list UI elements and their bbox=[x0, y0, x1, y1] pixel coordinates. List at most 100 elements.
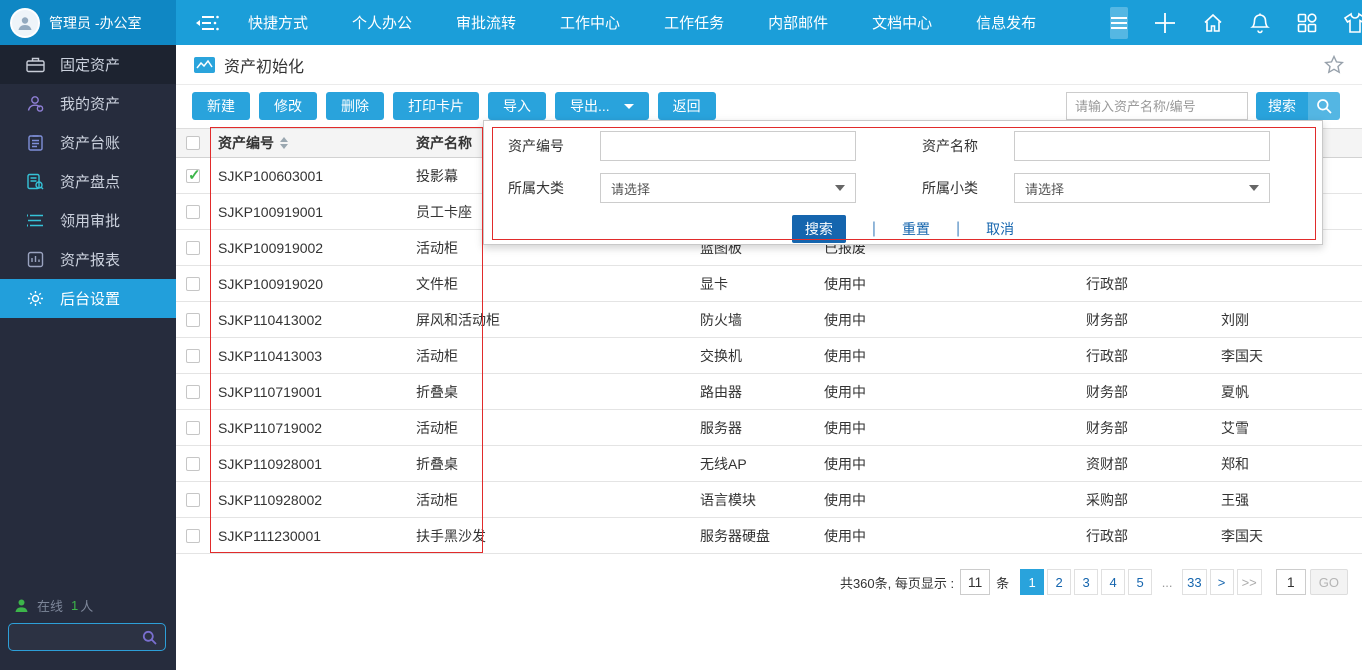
collapse-icon[interactable] bbox=[194, 14, 220, 32]
search-button[interactable]: 搜索 bbox=[1256, 92, 1340, 120]
page-button-4[interactable]: 4 bbox=[1101, 569, 1125, 595]
sidebar-item-asset-inventory[interactable]: 资产盘点 bbox=[0, 162, 176, 201]
nav-item-personal-office[interactable]: 个人办公 bbox=[352, 12, 412, 33]
nav-item-work-center[interactable]: 工作中心 bbox=[560, 12, 620, 33]
row-checkbox[interactable] bbox=[186, 169, 200, 183]
table-row[interactable]: SJKP110719001 折叠桌 路由器 使用中 财务部 夏帆 bbox=[176, 374, 1362, 410]
list-icon bbox=[25, 213, 45, 228]
star-icon[interactable] bbox=[1324, 55, 1344, 74]
home-icon[interactable] bbox=[1202, 12, 1224, 34]
page-button-5[interactable]: 5 bbox=[1128, 569, 1152, 595]
nav-item-doc-center[interactable]: 文档中心 bbox=[872, 12, 932, 33]
table-row[interactable]: SJKP110719002 活动柜 服务器 使用中 财务部 艾雪 bbox=[176, 410, 1362, 446]
delete-button[interactable]: 删除 bbox=[326, 92, 384, 120]
back-button[interactable]: 返回 bbox=[658, 92, 716, 120]
plus-icon[interactable] bbox=[1153, 11, 1177, 35]
row-checkbox[interactable] bbox=[186, 277, 200, 291]
row-checkbox[interactable] bbox=[186, 493, 200, 507]
user-name: 管理员 -办公室 bbox=[49, 13, 142, 33]
page-button-2[interactable]: 2 bbox=[1047, 569, 1071, 595]
last-page-button[interactable]: >> bbox=[1237, 569, 1262, 595]
sidebar-search bbox=[8, 623, 166, 651]
select-all-checkbox[interactable] bbox=[186, 136, 200, 150]
chevron-down-icon bbox=[835, 185, 845, 191]
filter-search-button[interactable]: 搜索 bbox=[792, 215, 846, 243]
user-block[interactable]: 管理员 -办公室 bbox=[0, 0, 176, 45]
online-label: 在线 bbox=[37, 596, 63, 615]
online-person-icon bbox=[14, 598, 29, 613]
new-button[interactable]: 新建 bbox=[192, 92, 250, 120]
row-checkbox[interactable] bbox=[186, 349, 200, 363]
sort-icon[interactable] bbox=[280, 137, 288, 149]
row-checkbox[interactable] bbox=[186, 529, 200, 543]
quick-search-input[interactable] bbox=[1066, 92, 1248, 120]
avatar[interactable] bbox=[10, 8, 40, 38]
topbar: 管理员 -办公室 快捷方式 个人办公 审批流转 工作中心 工作任务 内部邮件 文… bbox=[0, 0, 1362, 45]
page-titlebar: 资产初始化 bbox=[176, 45, 1362, 85]
print-card-button[interactable]: 打印卡片 bbox=[393, 92, 479, 120]
chart-icon bbox=[194, 57, 215, 73]
nav-item-approval-flow[interactable]: 审批流转 bbox=[456, 12, 516, 33]
table-row[interactable]: SJKP110413002 屏风和活动柜 防火墙 使用中 财务部 刘刚 bbox=[176, 302, 1362, 338]
sidebar-item-asset-reports[interactable]: 资产报表 bbox=[0, 240, 176, 279]
per-page-input[interactable] bbox=[960, 569, 990, 595]
go-button[interactable]: GO bbox=[1310, 569, 1348, 595]
sidebar-item-requisition-approval[interactable]: 领用审批 bbox=[0, 201, 176, 240]
nav-item-shortcuts[interactable]: 快捷方式 bbox=[248, 12, 308, 33]
goto-page-input[interactable] bbox=[1276, 569, 1306, 595]
import-button[interactable]: 导入 bbox=[488, 92, 546, 120]
row-checkbox[interactable] bbox=[186, 457, 200, 471]
sidebar-item-backend-settings[interactable]: 后台设置 bbox=[0, 279, 176, 318]
topbar-actions bbox=[1128, 11, 1362, 35]
edit-button[interactable]: 修改 bbox=[259, 92, 317, 120]
online-unit: 人 bbox=[80, 596, 93, 615]
sidebar-item-my-assets[interactable]: 我的资产 bbox=[0, 84, 176, 123]
sidebar-item-label: 后台设置 bbox=[60, 288, 120, 309]
filter-category-label: 所属大类 bbox=[508, 178, 600, 198]
menu-icon[interactable] bbox=[1110, 7, 1128, 39]
filter-reset-link[interactable]: 重置 bbox=[902, 219, 930, 239]
sidebar-item-fixed-assets[interactable]: 固定资产 bbox=[0, 45, 176, 84]
person-icon bbox=[25, 95, 45, 112]
bell-icon[interactable] bbox=[1249, 12, 1271, 34]
user-icon bbox=[16, 14, 34, 32]
sidebar-item-label: 资产报表 bbox=[60, 249, 120, 270]
row-checkbox[interactable] bbox=[186, 241, 200, 255]
nav-item-work-tasks[interactable]: 工作任务 bbox=[664, 12, 724, 33]
sidebar-item-label: 固定资产 bbox=[60, 54, 120, 75]
shirt-icon[interactable] bbox=[1343, 12, 1362, 34]
search-icon[interactable] bbox=[142, 630, 157, 645]
row-checkbox[interactable] bbox=[186, 205, 200, 219]
filter-code-input[interactable] bbox=[600, 131, 856, 161]
row-checkbox[interactable] bbox=[186, 313, 200, 327]
nav-item-internal-mail[interactable]: 内部邮件 bbox=[768, 12, 828, 33]
table-row[interactable]: SJKP100919020 文件柜 显卡 使用中 行政部 bbox=[176, 266, 1362, 302]
online-status: 在线 1 人 bbox=[14, 596, 93, 615]
sidebar-item-asset-ledger[interactable]: 资产台账 bbox=[0, 123, 176, 162]
table-row[interactable]: SJKP110413003 活动柜 交换机 使用中 行政部 李国天 bbox=[176, 338, 1362, 374]
page-button-33[interactable]: 33 bbox=[1182, 569, 1206, 595]
row-checkbox[interactable] bbox=[186, 385, 200, 399]
page-button-1[interactable]: 1 bbox=[1020, 569, 1044, 595]
next-page-button[interactable]: > bbox=[1210, 569, 1234, 595]
filter-code-label: 资产编号 bbox=[508, 136, 600, 156]
table-row[interactable]: SJKP110928001 折叠桌 无线AP 使用中 资财部 郑和 bbox=[176, 446, 1362, 482]
page-title: 资产初始化 bbox=[224, 53, 304, 77]
apps-icon[interactable] bbox=[1296, 12, 1318, 34]
export-dropdown-button[interactable]: 导出... bbox=[555, 92, 649, 120]
page-button-3[interactable]: 3 bbox=[1074, 569, 1098, 595]
filter-cancel-link[interactable]: 取消 bbox=[986, 219, 1014, 239]
filter-category-select[interactable]: 请选择 bbox=[600, 173, 856, 203]
filter-name-input[interactable] bbox=[1014, 131, 1270, 161]
sidebar-search-input[interactable] bbox=[9, 630, 142, 645]
main-nav: 快捷方式 个人办公 审批流转 工作中心 工作任务 内部邮件 文档中心 信息发布 bbox=[248, 12, 1080, 33]
chevron-down-icon bbox=[1249, 185, 1259, 191]
column-header-code[interactable]: 资产编号 bbox=[210, 133, 410, 153]
filter-subcategory-select[interactable]: 请选择 bbox=[1014, 173, 1270, 203]
table-row[interactable]: SJKP110928002 活动柜 语言模块 使用中 采购部 王强 bbox=[176, 482, 1362, 518]
nav-item-info-publish[interactable]: 信息发布 bbox=[976, 12, 1036, 33]
table-row[interactable]: SJKP111230001 扶手黑沙发 服务器硬盘 使用中 行政部 李国天 bbox=[176, 518, 1362, 554]
search-icon bbox=[1308, 92, 1340, 120]
row-checkbox[interactable] bbox=[186, 421, 200, 435]
clipboard-icon bbox=[25, 134, 45, 151]
